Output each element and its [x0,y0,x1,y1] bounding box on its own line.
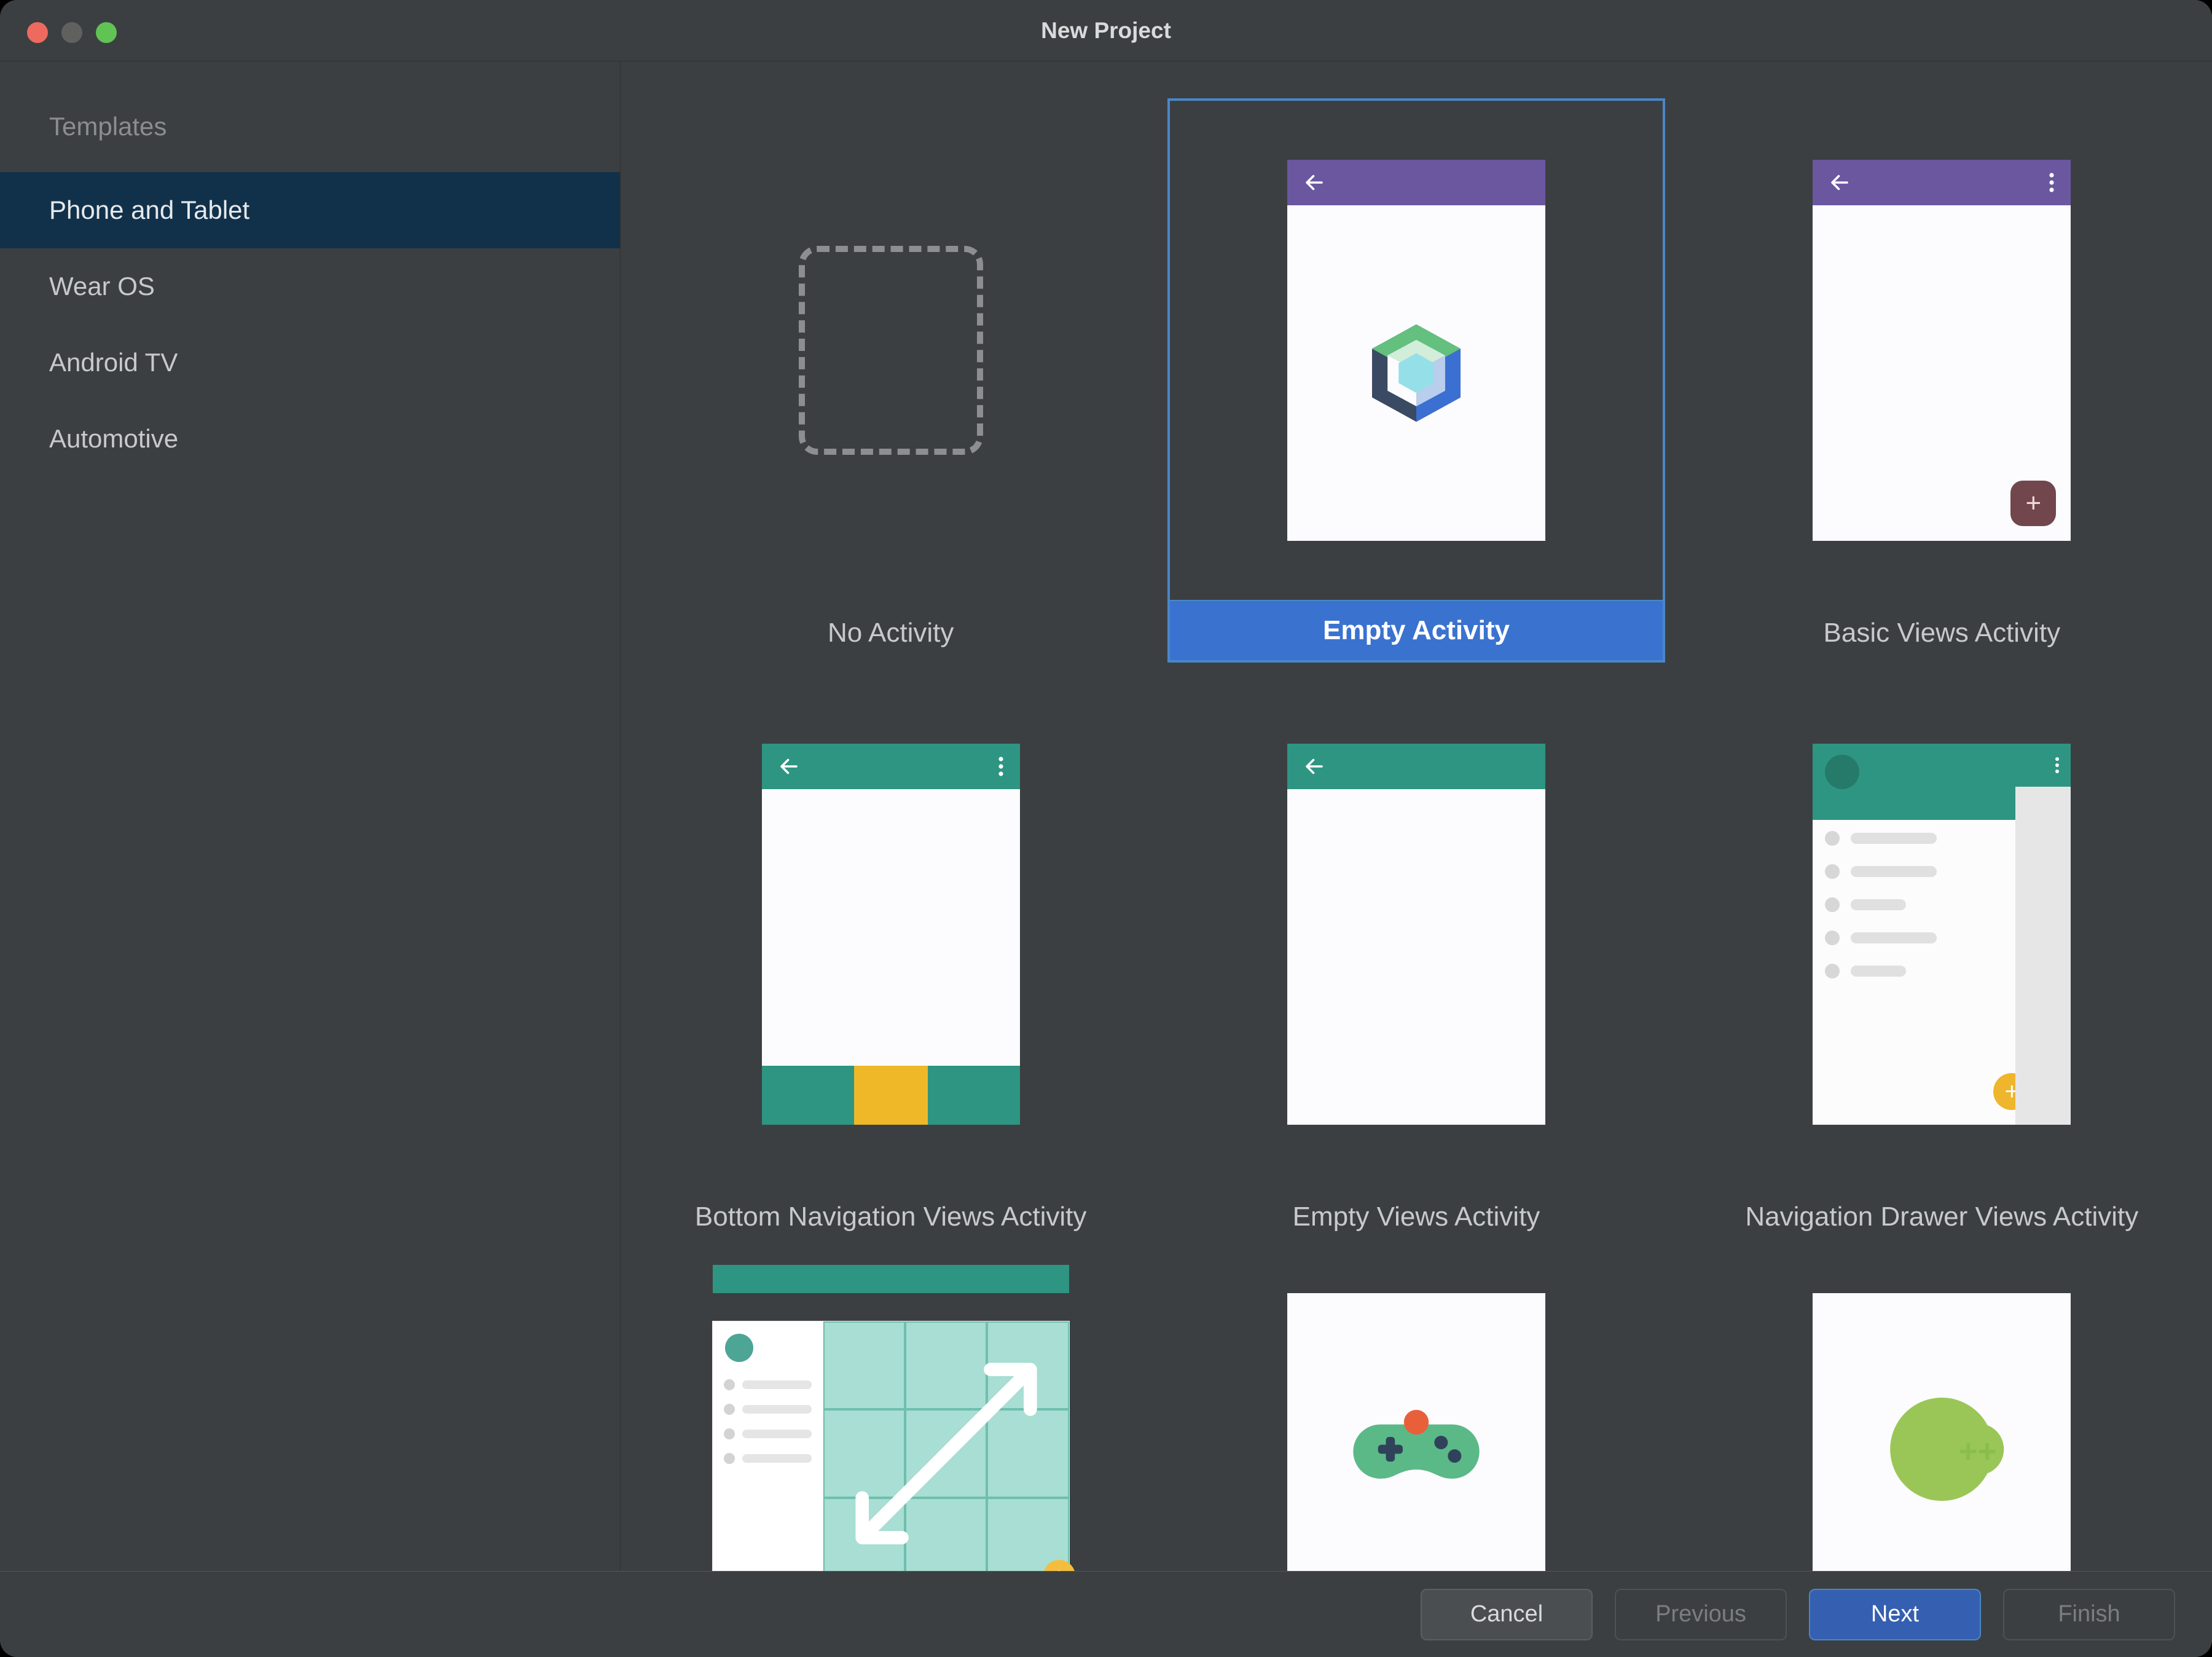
template-label: No Activity [828,618,954,648]
phone-preview: ++ [1813,1293,2071,1571]
overflow-menu-icon [998,755,1004,777]
resize-arrow-icon [836,1334,1057,1571]
template-label: Bottom Navigation Views Activity [695,1202,1086,1232]
overflow-menu-icon [2049,171,2055,194]
appbar [762,744,1020,789]
template-label: Navigation Drawer Views Activity [1745,1202,2138,1232]
button-label: Next [1871,1601,1919,1627]
sidebar-item-phone-and-tablet[interactable]: Phone and Tablet [0,172,620,248]
template-card-navigation-drawer[interactable]: + [1693,682,2190,1186]
template-card-empty-activity[interactable] [1167,98,1665,602]
appbar [1287,160,1545,205]
sidebar-item-label: Android TV [49,348,178,377]
window-zoom-icon[interactable] [96,22,117,43]
cancel-button[interactable]: Cancel [1421,1589,1593,1640]
titlebar: New Project [0,0,2212,61]
sidebar-item-automotive[interactable]: Automotive [0,401,620,477]
template-label: Basic Views Activity [1824,618,2061,648]
phone-preview [1287,1293,1545,1571]
overflow-menu-icon [2055,756,2060,774]
template-label: Empty Views Activity [1293,1202,1540,1232]
svg-text:++: ++ [1959,1433,1996,1470]
bottom-navigation-bar [762,1066,1020,1125]
sidebar-item-label: Automotive [49,424,178,453]
no-activity-icon [799,246,983,455]
button-label: Cancel [1470,1601,1543,1627]
cpp-icon: ++ [1877,1385,2006,1517]
sidebar-item-wear-os[interactable]: Wear OS [0,248,620,325]
traffic-lights [27,22,117,43]
phone-preview [1287,160,1545,541]
gamepad-icon [1349,1403,1484,1498]
sidebar-item-label: Wear OS [49,272,155,301]
body: Templates Phone and Tablet Wear OS Andro… [0,61,2212,1571]
avatar-icon [1825,755,1859,789]
button-label: Previous [1655,1601,1746,1627]
jetpack-compose-icon [1361,318,1472,428]
window-minimize-icon [61,22,82,43]
sidebar-header: Templates [0,98,620,172]
next-button[interactable]: Next [1809,1589,1981,1640]
back-arrow-icon [778,755,800,777]
new-project-window: New Project Templates Phone and Tablet W… [0,0,2212,1657]
sidebar-item-android-tv[interactable]: Android TV [0,325,620,401]
back-arrow-icon [1303,171,1325,194]
responsive-preview: + [713,1293,1069,1571]
button-label: Finish [2058,1601,2120,1627]
template-card-basic-views-activity[interactable]: + [1693,98,2190,602]
avatar-icon [725,1334,753,1362]
template-card-responsive-views[interactable]: + [642,1266,1140,1571]
template-card-no-activity[interactable] [642,98,1140,602]
template-card-native-cpp[interactable]: ++ [1693,1266,2190,1571]
template-label: Empty Activity [1167,601,1665,663]
sidebar: Templates Phone and Tablet Wear OS Andro… [0,61,621,1571]
previous-button: Previous [1615,1589,1787,1640]
footer: Cancel Previous Next Finish [0,1571,2212,1657]
phone-preview: + [1813,160,2071,541]
window-close-icon[interactable] [27,22,48,43]
fab-add-icon: + [2010,481,2056,526]
back-arrow-icon [1303,755,1325,777]
phone-preview [1287,744,1545,1125]
template-gallery: No Activity [621,61,2212,1571]
finish-button: Finish [2003,1589,2175,1640]
appbar [1813,160,2071,205]
appbar [1287,744,1545,789]
phone-preview [762,744,1020,1125]
template-card-bottom-navigation[interactable] [642,682,1140,1186]
back-arrow-icon [1829,171,1851,194]
sidebar-item-label: Phone and Tablet [49,195,249,224]
window-title: New Project [1041,18,1171,44]
phone-preview: + [1813,744,2071,1125]
template-card-game-activity[interactable] [1167,1266,1665,1571]
template-card-empty-views-activity[interactable] [1167,682,1665,1186]
